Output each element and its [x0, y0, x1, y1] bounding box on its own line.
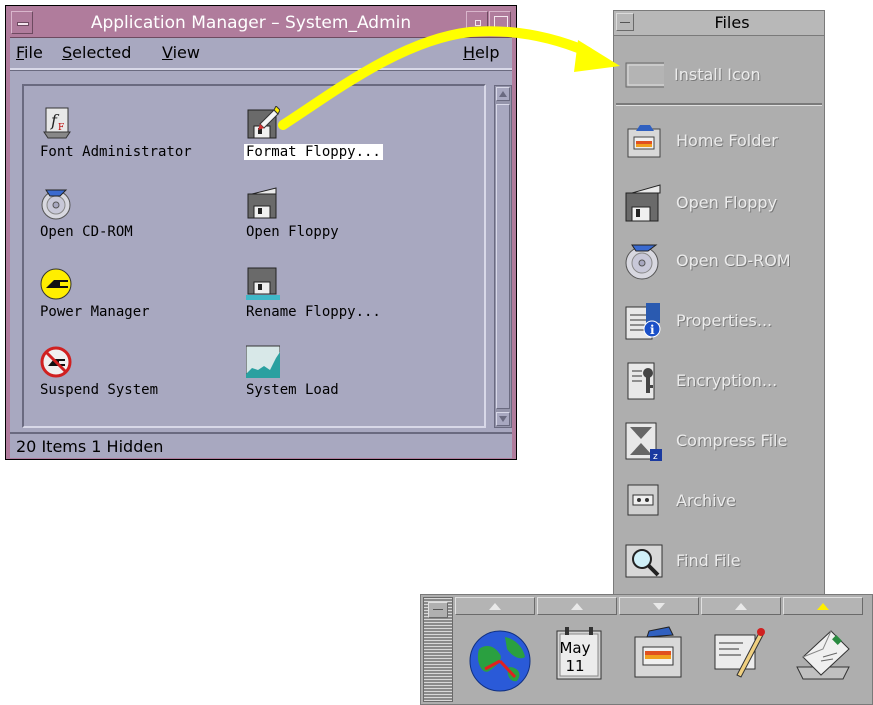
mailer-icon — [796, 630, 850, 680]
front-panel-handle[interactable] — [423, 597, 453, 702]
subpanel-arrow-3[interactable] — [619, 597, 699, 615]
arrow-up-icon — [489, 603, 501, 610]
front-panel-menu-button[interactable] — [428, 602, 448, 618]
front-panel-text-editor[interactable] — [703, 621, 783, 701]
front-panel-mailer[interactable] — [785, 621, 865, 701]
arrow-down-icon — [653, 603, 665, 610]
front-panel: May 11 — [420, 594, 873, 705]
arrow-up-icon — [817, 603, 829, 610]
arrow-up-icon — [571, 603, 583, 610]
calendar-month: May — [559, 639, 591, 657]
globe-clock-icon — [469, 630, 531, 692]
front-panel-clock[interactable] — [457, 621, 537, 701]
file-manager-icon — [634, 626, 682, 678]
subpanel-arrow-4[interactable] — [701, 597, 781, 615]
text-editor-icon — [714, 628, 765, 678]
subpanel-arrow-2[interactable] — [537, 597, 617, 615]
subpanel-arrow-5[interactable] — [783, 597, 863, 615]
calendar-day: 11 — [565, 657, 585, 675]
front-panel-file-manager[interactable] — [621, 621, 701, 701]
arrow-up-icon — [735, 603, 747, 610]
front-panel-calendar[interactable]: May 11 — [539, 621, 619, 701]
subpanel-arrow-1[interactable] — [455, 597, 535, 615]
subpanel-tabs — [455, 597, 867, 617]
